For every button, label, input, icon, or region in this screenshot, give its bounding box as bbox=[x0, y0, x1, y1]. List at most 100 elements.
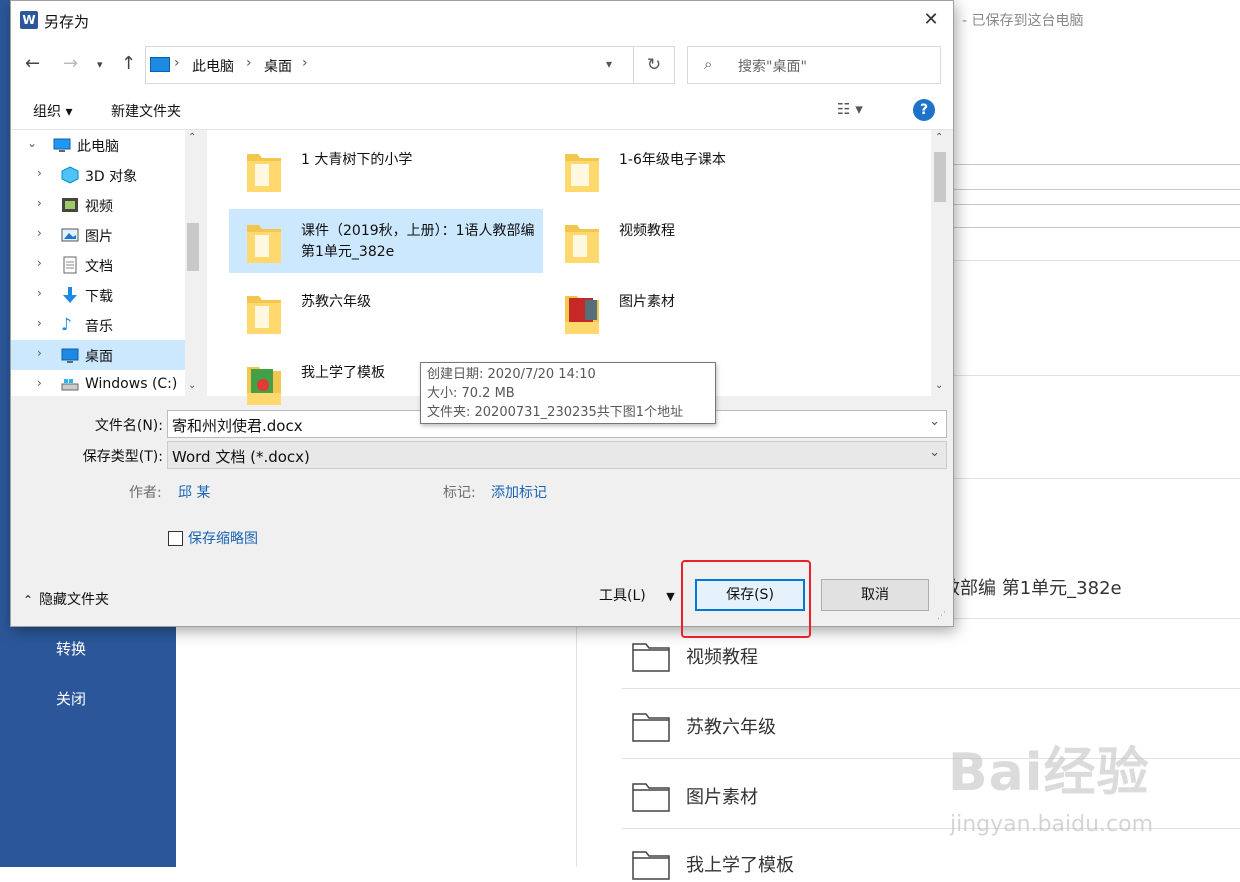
author-value[interactable]: 邱 某 bbox=[178, 482, 210, 502]
tree-item-documents[interactable]: › 文档 bbox=[11, 250, 185, 280]
backstage-input-box[interactable] bbox=[952, 164, 1240, 190]
tools-button[interactable]: 工具(L) ▼ bbox=[599, 585, 675, 605]
file-item[interactable]: 1-6年级电子课本 bbox=[547, 138, 861, 202]
address-dropdown-chevron-icon[interactable]: ▾ bbox=[606, 57, 612, 71]
filename-label: 文件名(N): bbox=[94, 418, 163, 434]
row-divider bbox=[952, 375, 1240, 376]
close-button[interactable]: ✕ bbox=[909, 1, 953, 39]
backstage-convert-item[interactable]: 转换 bbox=[56, 638, 86, 659]
scroll-up-arrow-icon[interactable]: ⌃ bbox=[188, 132, 196, 143]
help-icon[interactable]: ? bbox=[913, 99, 935, 121]
folder-icon bbox=[565, 154, 599, 192]
file-name: 1 大青树下的小学 bbox=[301, 152, 413, 168]
organize-button[interactable]: 组织 ▾ bbox=[33, 101, 72, 121]
tree-label: 图片 bbox=[85, 229, 113, 245]
resize-grip-icon[interactable]: ⋰ bbox=[937, 611, 946, 621]
file-name: 图片素材 bbox=[619, 294, 675, 310]
scroll-down-arrow-icon[interactable]: ⌄ bbox=[188, 380, 196, 391]
tree-item-desktop[interactable]: › 桌面 bbox=[11, 340, 185, 370]
cancel-button[interactable]: 取消 bbox=[821, 579, 929, 611]
save-type-select[interactable]: Word 文档 (*.docx) ⌄ bbox=[167, 441, 947, 469]
breadcrumb-separator-icon[interactable]: › bbox=[302, 55, 308, 71]
backstage-folder-row[interactable]: 我上学了模板 bbox=[632, 846, 794, 882]
tags-label: 标记: bbox=[443, 485, 476, 501]
baidu-watermark: Bai经验 bbox=[948, 743, 1150, 803]
search-box[interactable]: ⌕ 搜索"桌面" bbox=[687, 46, 941, 84]
breadcrumb-separator-icon: › bbox=[246, 55, 252, 71]
chevron-right-icon[interactable]: › bbox=[37, 346, 42, 360]
chevron-right-icon[interactable]: › bbox=[37, 256, 42, 270]
chevron-right-icon[interactable]: › bbox=[37, 376, 42, 390]
breadcrumb-desktop[interactable]: 桌面 bbox=[264, 56, 292, 76]
backstage-folder-row[interactable]: 视频教程 bbox=[632, 638, 758, 674]
folder-outline-icon bbox=[632, 643, 670, 672]
tooltip-size: 大小: 70.2 MB bbox=[427, 386, 515, 401]
word-app-icon: W bbox=[20, 11, 38, 29]
tooltip-created-date: 创建日期: 2020/7/20 14:10 bbox=[427, 367, 596, 382]
back-arrow-icon[interactable]: ← bbox=[25, 53, 40, 74]
music-icon: ♪ bbox=[61, 315, 72, 335]
image-folder-icon bbox=[565, 296, 599, 334]
chevron-right-icon[interactable]: › bbox=[37, 286, 42, 300]
recent-locations-chevron-icon[interactable]: ▾ bbox=[97, 58, 103, 71]
refresh-icon[interactable]: ↻ bbox=[633, 46, 675, 84]
computer-icon bbox=[53, 136, 71, 154]
view-options-icon[interactable]: ☷ ▾ bbox=[837, 100, 863, 118]
chevron-right-icon[interactable]: › bbox=[37, 226, 42, 240]
red-highlight-box bbox=[681, 560, 811, 638]
navigation-bar: ← → ▾ ↑ › 此电脑 › 桌面 › ▾ ↻ ⌕ 搜索"桌面" bbox=[11, 39, 953, 91]
backstage-folder-row[interactable]: 图片素材 bbox=[632, 778, 758, 814]
address-bar[interactable]: › 此电脑 › 桌面 › ▾ bbox=[145, 46, 635, 84]
dialog-toolbar: 组织 ▾ 新建文件夹 ☷ ▾ ? bbox=[11, 91, 953, 130]
tree-item-downloads[interactable]: › 下载 bbox=[11, 280, 185, 310]
tree-item-this-pc[interactable]: ⌄ 此电脑 bbox=[11, 130, 185, 160]
scroll-up-arrow-icon[interactable]: ⌃ bbox=[935, 132, 943, 143]
chevron-down-icon[interactable]: ⌄ bbox=[929, 445, 940, 460]
chevron-right-icon[interactable]: › bbox=[37, 196, 42, 210]
backstage-close-item[interactable]: 关闭 bbox=[56, 688, 86, 709]
search-icon: ⌕ bbox=[704, 55, 713, 73]
tree-item-music[interactable]: › ♪ 音乐 bbox=[11, 310, 185, 340]
breadcrumb-separator-icon: › bbox=[174, 55, 180, 71]
file-item[interactable]: 图片素材 bbox=[547, 280, 861, 344]
file-item-selected[interactable]: 课件（2019秋，上册）：1语人教部编 第1单元_382e bbox=[229, 209, 543, 273]
chevron-right-icon[interactable]: › bbox=[37, 316, 42, 330]
baidu-watermark-url: jingyan.baidu.com bbox=[950, 812, 1154, 837]
file-item[interactable]: 1 大青树下的小学 bbox=[229, 138, 543, 202]
save-thumbnail-label[interactable]: 保存缩略图 bbox=[188, 528, 258, 548]
tree-item-windows-c[interactable]: › Windows (C:) bbox=[11, 370, 185, 400]
tree-item-3d-objects[interactable]: › 3D 对象 bbox=[11, 160, 185, 190]
backstage-folder-row[interactable]: 苏教六年级 bbox=[632, 708, 776, 744]
tree-scroll-thumb[interactable] bbox=[187, 223, 199, 271]
file-item[interactable]: 视频教程 bbox=[547, 209, 861, 273]
new-folder-button[interactable]: 新建文件夹 bbox=[111, 101, 181, 121]
dialog-titlebar[interactable]: W 另存为 ✕ bbox=[11, 1, 953, 39]
cube-icon bbox=[61, 166, 79, 184]
tree-scrollbar[interactable]: ⌃ ⌄ bbox=[185, 130, 201, 396]
tree-item-videos[interactable]: › 视频 bbox=[11, 190, 185, 220]
backstage-input-box-2[interactable] bbox=[952, 204, 1240, 228]
file-list-scroll-thumb[interactable] bbox=[934, 152, 946, 202]
backstage-file-title[interactable]: 效部编 第1单元_382e bbox=[942, 574, 1122, 600]
add-tags-link[interactable]: 添加标记 bbox=[491, 482, 547, 502]
hide-folders-button[interactable]: ⌃ 隐藏文件夹 bbox=[23, 589, 109, 609]
video-icon bbox=[61, 196, 79, 214]
tree-label: 3D 对象 bbox=[85, 169, 138, 185]
file-list-scrollbar[interactable]: ⌃ ⌄ bbox=[931, 130, 949, 396]
file-item[interactable]: 苏教六年级 bbox=[229, 280, 543, 344]
up-arrow-icon[interactable]: ↑ bbox=[121, 53, 136, 74]
drive-icon bbox=[61, 376, 79, 394]
save-thumbnail-checkbox[interactable] bbox=[168, 531, 183, 546]
file-name: 苏教六年级 bbox=[301, 294, 371, 310]
chevron-down-icon[interactable]: ⌄ bbox=[929, 414, 940, 429]
tree-label: 视频 bbox=[85, 199, 113, 215]
breadcrumb-this-pc[interactable]: 此电脑 bbox=[192, 56, 234, 76]
document-icon bbox=[61, 256, 79, 274]
scroll-down-arrow-icon[interactable]: ⌄ bbox=[935, 380, 943, 391]
forward-arrow-icon[interactable]: → bbox=[63, 53, 78, 74]
chevron-right-icon[interactable]: › bbox=[37, 166, 42, 180]
chevron-down-icon[interactable]: ⌄ bbox=[27, 136, 37, 150]
tree-item-pictures[interactable]: › 图片 bbox=[11, 220, 185, 250]
folder-label: 我上学了模板 bbox=[686, 855, 794, 876]
file-info-tooltip: 创建日期: 2020/7/20 14:10 大小: 70.2 MB 文件夹: 2… bbox=[420, 362, 716, 424]
